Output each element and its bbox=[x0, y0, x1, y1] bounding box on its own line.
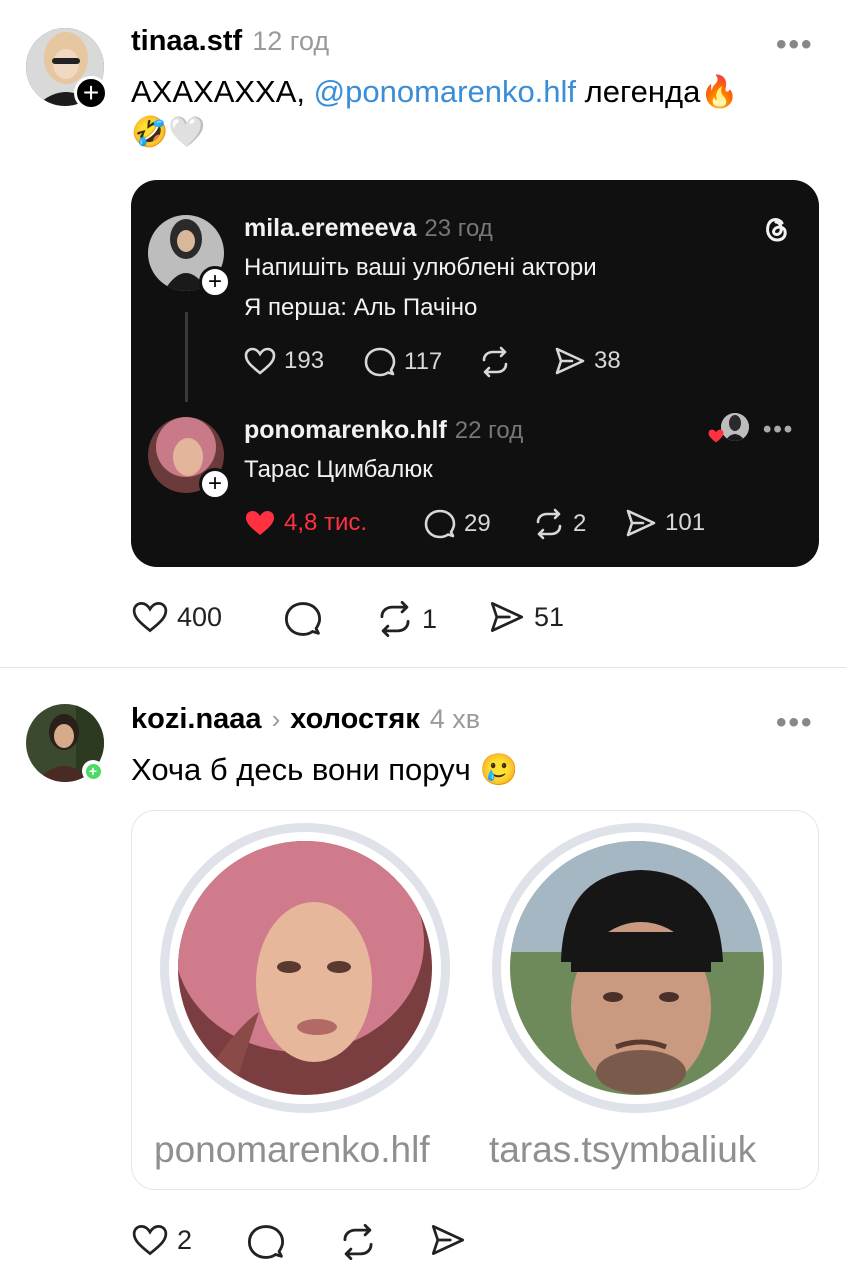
post-divider bbox=[0, 667, 846, 668]
post-line-1: Напишіть ваші улюблені актори bbox=[244, 254, 597, 281]
repost-button[interactable]: 1 bbox=[376, 600, 437, 638]
repost-icon bbox=[380, 600, 410, 638]
like-button[interactable]: 193 bbox=[244, 346, 324, 376]
profile-avatar-ring[interactable] bbox=[492, 823, 782, 1113]
reply-text: Тарас Цимбалюк bbox=[244, 456, 433, 483]
small-heart-icon bbox=[708, 429, 724, 443]
thread-line bbox=[185, 312, 188, 402]
send-icon bbox=[555, 347, 585, 375]
like-button[interactable]: 4,8 тис. bbox=[244, 508, 367, 538]
share-count: 51 bbox=[534, 601, 565, 632]
chevron-right-icon: › bbox=[271, 704, 281, 734]
share-button[interactable]: 101 bbox=[625, 508, 705, 538]
post-text-body: Хоча б десь вони поруч bbox=[131, 752, 480, 787]
heart-icon bbox=[244, 347, 276, 375]
emoji-line: 🤣🤍 bbox=[131, 116, 206, 149]
repost-icon bbox=[343, 1223, 373, 1261]
username[interactable]: mila.eremeeva bbox=[244, 214, 416, 243]
post-text: АХАХАХХА, @ponomarenko.hlf легенда🔥 🤣🤍 bbox=[131, 72, 811, 153]
mention-link[interactable]: @ponomarenko.hlf bbox=[314, 74, 576, 109]
emoji: 🥲 bbox=[479, 752, 519, 787]
like-button[interactable]: 400 bbox=[131, 600, 222, 634]
profile-avatar-ring[interactable] bbox=[160, 823, 450, 1113]
post-line-2: Я перша: Аль Пачіно bbox=[244, 294, 478, 321]
profile-photo bbox=[178, 841, 432, 1095]
comment-icon bbox=[364, 347, 396, 377]
repost-count: 2 bbox=[573, 510, 587, 537]
like-count: 4,8 тис. bbox=[284, 509, 368, 536]
comment-button[interactable]: 29 bbox=[424, 508, 491, 540]
repost-count: 1 bbox=[422, 603, 438, 634]
quoted-post-card[interactable]: + mila.eremeeva 23 год Напишіть ваші улю… bbox=[131, 180, 819, 567]
profile-handle[interactable]: taras.tsymbaliuk bbox=[489, 1129, 756, 1171]
follow-plus-icon[interactable]: + bbox=[74, 76, 108, 110]
share-button[interactable]: 51 bbox=[488, 600, 564, 634]
share-count: 38 bbox=[594, 347, 621, 374]
post-text-suffix: легенда bbox=[576, 74, 701, 109]
repost-button[interactable] bbox=[339, 1223, 377, 1261]
username[interactable]: ponomarenko.hlf bbox=[244, 416, 447, 445]
send-icon bbox=[431, 1225, 465, 1255]
more-options-icon[interactable]: ••• bbox=[763, 416, 794, 444]
like-count: 2 bbox=[177, 1224, 193, 1255]
post-text: Хоча б десь вони поруч 🥲 bbox=[131, 750, 518, 790]
heart-icon bbox=[132, 602, 168, 633]
community-name[interactable]: холостяк bbox=[290, 703, 420, 736]
like-count: 193 bbox=[284, 347, 325, 374]
share-button[interactable]: 38 bbox=[554, 346, 621, 376]
timestamp: 23 год bbox=[424, 215, 493, 242]
follow-plus-icon[interactable]: + bbox=[199, 266, 231, 298]
share-button[interactable] bbox=[429, 1223, 467, 1257]
timestamp: 22 год bbox=[454, 417, 524, 444]
heart-icon bbox=[132, 1225, 168, 1256]
follow-plus-icon[interactable]: + bbox=[199, 468, 231, 500]
share-count: 101 bbox=[665, 509, 706, 536]
timestamp: 4 хв bbox=[429, 704, 481, 734]
comment-button[interactable] bbox=[247, 1223, 285, 1261]
comment-icon bbox=[424, 509, 456, 539]
repost-icon bbox=[536, 508, 562, 540]
threads-logo-icon[interactable] bbox=[761, 214, 791, 244]
fire-emoji: 🔥 bbox=[700, 74, 739, 109]
profile-handle[interactable]: ponomarenko.hlf bbox=[154, 1129, 430, 1171]
profile-photo bbox=[510, 841, 764, 1095]
send-icon bbox=[490, 602, 524, 632]
username[interactable]: tinaa.stf bbox=[131, 25, 242, 58]
comment-count: 29 bbox=[464, 510, 491, 537]
repost-icon bbox=[482, 346, 508, 378]
post-text-prefix: АХАХАХХА, bbox=[131, 74, 314, 109]
comment-button[interactable]: 117 bbox=[364, 346, 442, 378]
like-count: 400 bbox=[177, 601, 223, 632]
profiles-card[interactable]: ponomarenko.hlf taras.tsymbaliuk bbox=[131, 810, 819, 1190]
comment-icon bbox=[247, 1225, 285, 1259]
comment-count: 117 bbox=[404, 348, 443, 375]
liked-by-author-avatar bbox=[721, 413, 749, 441]
more-options-icon[interactable]: ••• bbox=[776, 706, 814, 740]
repost-button[interactable] bbox=[479, 346, 519, 378]
username[interactable]: kozi.naaa bbox=[131, 703, 262, 736]
heart-filled-icon bbox=[246, 511, 274, 535]
send-icon bbox=[626, 509, 656, 537]
quoted-post-text: Напишіть ваші улюблені актори Я перша: А… bbox=[244, 248, 597, 328]
more-options-icon[interactable]: ••• bbox=[776, 28, 814, 62]
comment-button[interactable] bbox=[284, 600, 330, 638]
timestamp: 12 год bbox=[252, 26, 330, 56]
repost-button[interactable]: 2 bbox=[533, 508, 586, 540]
comment-icon bbox=[284, 602, 322, 636]
online-status-icon: + bbox=[82, 760, 104, 782]
like-button[interactable]: 2 bbox=[131, 1223, 192, 1257]
